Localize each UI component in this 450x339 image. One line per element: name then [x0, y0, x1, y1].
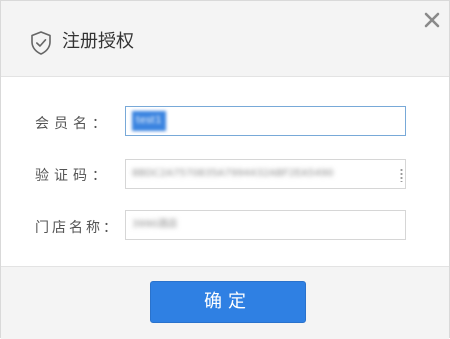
- member-name-value: test1: [132, 111, 166, 131]
- register-auth-dialog: 注册授权 会员名： test1 验证码： 8BDC2A7570835A79944…: [0, 0, 450, 339]
- field-scroll-indicator: [400, 168, 403, 182]
- member-name-label: 会员名：: [35, 116, 111, 132]
- verification-code-value: 8BDC2A7570835A7994432ABF2EA5490: [132, 168, 334, 179]
- confirm-button[interactable]: 确定: [150, 281, 306, 323]
- dialog-footer: 确定: [1, 267, 449, 339]
- verification-code-label: 验证码：: [35, 168, 111, 184]
- store-name-value: 3990酒店: [132, 219, 178, 230]
- dialog-title: 注册授权: [62, 31, 134, 52]
- member-name-input[interactable]: test1: [125, 106, 406, 136]
- verification-code-input[interactable]: 8BDC2A7570835A7994432ABF2EA5490: [125, 159, 406, 189]
- store-name-label: 门店名称：: [35, 220, 120, 236]
- store-name-input[interactable]: 3990酒店: [125, 210, 406, 240]
- close-icon[interactable]: [423, 11, 441, 29]
- shield-check-icon: [31, 31, 51, 55]
- dialog-body: 会员名： test1 验证码： 8BDC2A7570835A7994432ABF…: [1, 77, 449, 267]
- dialog-header: 注册授权: [1, 1, 449, 77]
